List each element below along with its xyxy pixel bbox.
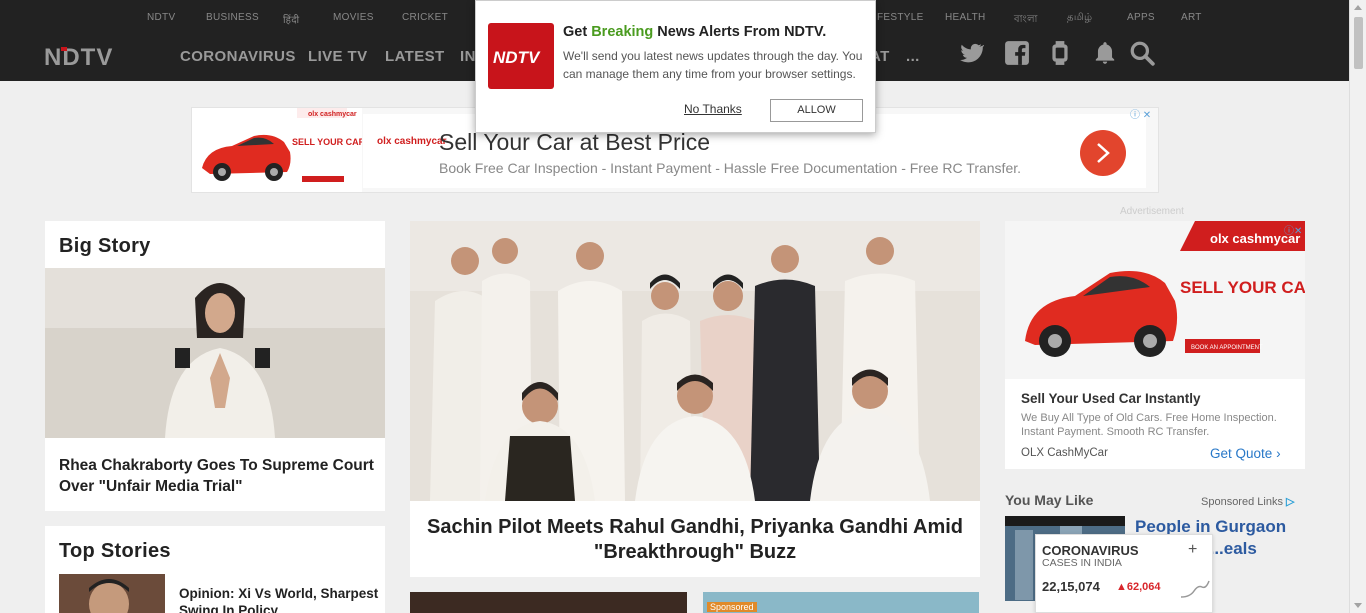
toplink-apps[interactable]: APPS — [1127, 12, 1155, 23]
side-ad-cta-small: BOOK AN APPOINTMENT — [1191, 345, 1263, 351]
notification-permission-popup: NDTV Get Breaking News Alerts From NDTV.… — [475, 0, 876, 133]
big-story-heading: Big Story — [59, 235, 151, 257]
chevron-right-icon — [1097, 143, 1110, 163]
side-adchoices-icon[interactable]: ⓘ✕ — [1284, 222, 1302, 237]
story-thumbnail-2[interactable]: Sponsored — [703, 592, 979, 613]
banner-car-image: olx cashmycar SELL YOUR CAR IN ONE VISIT… — [192, 108, 425, 192]
toplink-art[interactable]: ART — [1181, 12, 1202, 23]
sponsored-links-label[interactable]: Sponsored Links ▷ — [1201, 495, 1294, 508]
nav-india[interactable]: IN — [460, 48, 476, 65]
side-ad-tagline: SELL YOUR CAR IN ONE VISIT. — [1180, 278, 1305, 297]
corona-delta: ▲62,064 — [1116, 581, 1161, 593]
nav-live-tv[interactable]: LIVE TV — [308, 48, 367, 65]
popup-logo-text: NDTV — [493, 48, 541, 67]
toplink-movies[interactable]: MOVIES — [333, 12, 374, 23]
side-ad-description: We Buy All Type of Old Cars. Free Home I… — [1021, 412, 1277, 438]
adchoices-icon[interactable]: ⓘ ✕ — [1130, 106, 1151, 121]
facebook-icon[interactable] — [1004, 40, 1030, 66]
logo-red-dot — [61, 47, 67, 51]
popup-title-pre: Get — [563, 24, 592, 40]
story-thumbnail-1[interactable] — [410, 592, 687, 613]
banner-brand: olx cashmycar — [377, 136, 447, 147]
banner-car-illustration: olx cashmycar SELL YOUR CAR IN ONE VISIT… — [202, 108, 425, 182]
up-arrow-icon: ▲ — [1116, 581, 1127, 593]
side-ad-image: olx cashmycar SELL YOUR CAR IN ONE VISIT… — [1005, 221, 1305, 379]
coronavirus-widget[interactable]: CORONAVIRUS CASES IN INDIA 22,15,074 ▲62… — [1035, 534, 1213, 613]
page-scrollbar[interactable] — [1349, 0, 1366, 613]
lead-story-photo — [410, 221, 980, 501]
search-icon[interactable] — [1129, 40, 1155, 66]
side-ad-advertiser: OLX CashMyCar — [1021, 447, 1108, 459]
side-ad-get-quote[interactable]: Get Quote › — [1210, 446, 1281, 461]
smartwatch-icon[interactable] — [1047, 40, 1073, 66]
twitter-icon[interactable] — [958, 40, 984, 66]
big-story-caption[interactable]: Rhea Chakraborty Goes To Supreme Court O… — [59, 455, 377, 497]
notification-bell-icon[interactable] — [1092, 40, 1118, 66]
expand-plus-icon[interactable]: + — [1188, 541, 1197, 559]
nav-more[interactable]: ... — [906, 48, 920, 65]
nav-coronavirus[interactable]: CORONAVIRUS — [180, 48, 296, 65]
nav-latest[interactable]: LATEST — [385, 48, 445, 65]
popup-logo-graphic: NDTV — [493, 48, 541, 67]
scroll-up-arrow-icon[interactable] — [1354, 5, 1362, 10]
popup-ndtv-logo: NDTV — [488, 23, 554, 89]
popup-title-highlight: Breaking — [591, 24, 654, 40]
banner-go-button[interactable] — [1080, 130, 1126, 176]
get-quote-label: Get Quote — [1210, 446, 1273, 461]
ndtv-logo[interactable]: NDTV — [44, 44, 144, 70]
no-thanks-button[interactable]: No Thanks — [684, 102, 742, 116]
popup-title: Get Breaking News Alerts From NDTV. — [563, 24, 826, 40]
corona-subtitle: CASES IN INDIA — [1042, 557, 1122, 569]
toplink-business[interactable]: BUSINESS — [206, 12, 259, 23]
corona-title: CORONAVIRUS — [1042, 543, 1139, 558]
toplink-ndtv[interactable]: NDTV — [147, 12, 175, 23]
corona-delta-value: 62,064 — [1126, 581, 1161, 593]
trend-line-icon — [1180, 580, 1210, 598]
side-ad-car-illustration: olx cashmycar SELL YOUR CAR IN ONE VISIT… — [1005, 221, 1305, 379]
toplink-hindi[interactable]: हिंदी — [283, 12, 299, 26]
scrollbar-thumb[interactable] — [1354, 17, 1363, 69]
banner-subline: Book Free Car Inspection - Instant Payme… — [439, 160, 1022, 176]
lead-story-image[interactable] — [410, 221, 980, 501]
top-story-photo — [59, 574, 165, 613]
sponsored-tag: Sponsored — [707, 602, 757, 612]
toplink-health[interactable]: HEALTH — [945, 12, 986, 23]
big-story-image[interactable] — [45, 268, 385, 438]
toplink-cricket[interactable]: CRICKET — [402, 12, 448, 23]
allow-button[interactable]: ALLOW — [770, 99, 863, 122]
toplink-tamil[interactable]: தமிழ் — [1067, 12, 1092, 24]
popup-body: We'll send you latest news updates throu… — [563, 49, 863, 81]
ndtv-logo-text: NDTV — [44, 44, 113, 70]
big-story-card: Big Story Rhea Chakraborty Goes To Supre… — [45, 221, 385, 511]
sponsored-links-text: Sponsored Links — [1201, 496, 1283, 508]
taboola-icon: ▷ — [1286, 496, 1295, 508]
advertisement-label: Advertisement — [1120, 206, 1184, 217]
banner-car-tagline: SELL YOUR CAR IN ONE VISIT. — [292, 137, 362, 147]
banner-olx-mini: olx cashmycar — [308, 111, 357, 118]
top-stories-heading: Top Stories — [59, 540, 171, 562]
top-story-title[interactable]: Opinion: Xi Vs World, Sharpest Swing In … — [179, 585, 379, 613]
toplink-lifestyle[interactable]: FESTYLE — [877, 12, 924, 23]
big-story-photo — [45, 268, 385, 438]
banner-headline[interactable]: Sell Your Car at Best Price — [439, 129, 710, 156]
side-ad-title[interactable]: Sell Your Used Car Instantly — [1021, 391, 1201, 406]
side-ad[interactable]: olx cashmycar SELL YOUR CAR IN ONE VISIT… — [1005, 221, 1305, 469]
lead-story-caption[interactable]: Sachin Pilot Meets Rahul Gandhi, Priyank… — [410, 501, 980, 577]
you-may-like-heading: You May Like — [1005, 492, 1094, 508]
top-stories-card: Top Stories Opinion: Xi Vs World, Sharpe… — [45, 526, 385, 613]
popup-title-post: News Alerts From NDTV. — [653, 24, 827, 40]
chevron-right-icon: › — [1276, 446, 1281, 461]
top-story-thumbnail[interactable] — [59, 574, 165, 613]
corona-total: 22,15,074 — [1042, 579, 1100, 594]
scroll-down-arrow-icon[interactable] — [1354, 603, 1362, 608]
toplink-bangla[interactable]: বাংলা — [1014, 12, 1038, 29]
